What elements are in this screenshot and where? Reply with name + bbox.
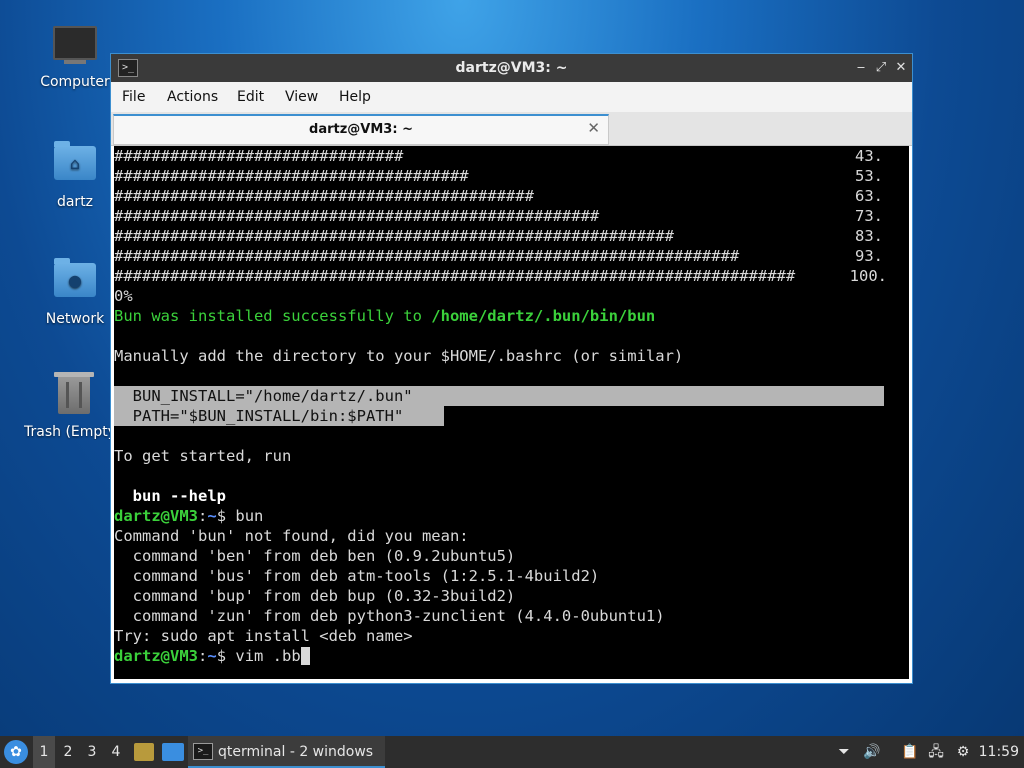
progress-row: ########################################… xyxy=(114,227,674,245)
not-found-message: Command 'bun' not found, did you mean: xyxy=(114,527,469,545)
terminal-output[interactable]: ############################### 43. ####… xyxy=(114,146,909,679)
menu-edit[interactable]: Edit xyxy=(237,89,264,105)
progress-pct: 73. xyxy=(855,207,883,225)
prompt-line: dartz@VM3:~$ bun xyxy=(114,507,264,525)
desktop-icon-label: Trash (Empty) xyxy=(24,424,110,440)
progress-pct: 83. xyxy=(855,227,883,245)
progress-tail: 0% xyxy=(114,287,133,305)
suggestion-line: command 'ben' from deb ben (0.9.2ubuntu5… xyxy=(114,547,516,565)
trash-icon xyxy=(52,372,96,420)
workspace-2[interactable]: 2 xyxy=(57,736,79,768)
help-command: bun --help xyxy=(114,487,226,505)
menu-file[interactable]: File xyxy=(122,89,145,105)
tab-label: dartz@VM3: ~ xyxy=(309,122,413,137)
workspace-1[interactable]: 1 xyxy=(33,736,55,768)
clock[interactable]: 11:59 xyxy=(979,736,1019,768)
env-line-bun-install: BUN_INSTALL="/home/dartz/.bun" xyxy=(114,386,884,406)
desktop-icon-network[interactable]: ● Network xyxy=(29,255,121,327)
file-manager-launcher-icon[interactable] xyxy=(134,743,154,761)
install-message: Bun was installed successfully to /home/… xyxy=(114,307,656,325)
volume-icon[interactable]: 🔊 xyxy=(862,742,882,762)
desktop-icon-trash[interactable]: Trash (Empty) xyxy=(24,372,124,440)
window-titlebar[interactable]: >_ dartz@VM3: ~ ‒ ⤢ ✕ xyxy=(111,54,912,82)
taskbar-task-qterminal[interactable]: >_ qterminal - 2 windows xyxy=(188,736,385,768)
terminal-window: >_ dartz@VM3: ~ ‒ ⤢ ✕ File Actions Edit … xyxy=(110,53,913,684)
eject-icon[interactable]: ⏷ xyxy=(834,742,854,762)
progress-row: ########################################… xyxy=(114,247,740,265)
suggestion-line: command 'bup' from deb bup (0.32-3build2… xyxy=(114,587,516,605)
computer-icon xyxy=(53,26,97,70)
progress-pct: 53. xyxy=(855,167,883,185)
menu-help[interactable]: Help xyxy=(339,89,371,105)
env-line-path: PATH="$BUN_INSTALL/bin:$PATH" xyxy=(114,406,444,426)
close-button[interactable]: ✕ xyxy=(891,58,911,78)
progress-row: ########################################… xyxy=(114,267,796,285)
menu-actions[interactable]: Actions xyxy=(167,89,218,105)
progress-pct: 93. xyxy=(855,247,883,265)
progress-row: ###################################### xyxy=(114,167,469,185)
terminal-tab[interactable]: dartz@VM3: ~ ✕ xyxy=(113,114,609,145)
progress-pct: 100. xyxy=(849,267,887,285)
desktop-icon-computer[interactable]: Computer xyxy=(29,22,121,90)
progress-row: ############################### xyxy=(114,147,404,165)
workspace-4[interactable]: 4 xyxy=(105,736,127,768)
progress-row: ########################################… xyxy=(114,187,534,205)
progress-pct: 43. xyxy=(855,147,883,165)
try-message: Try: sudo apt install <deb name> xyxy=(114,627,413,645)
workspace-3[interactable]: 3 xyxy=(81,736,103,768)
desktop-icon-label: dartz xyxy=(56,194,94,210)
task-label: qterminal - 2 windows xyxy=(218,744,374,760)
suggestion-line: command 'bus' from deb atm-tools (1:2.5.… xyxy=(114,567,600,585)
start-menu-button[interactable]: ✿ xyxy=(4,740,28,764)
progress-row: ########################################… xyxy=(114,207,600,225)
tab-close-icon[interactable]: ✕ xyxy=(587,119,600,137)
update-notifier-icon[interactable]: ⚙ xyxy=(953,742,973,762)
desktop-icon-dartz[interactable]: ⌂ dartz xyxy=(29,138,121,210)
started-message: To get started, run xyxy=(114,447,292,465)
clipboard-icon[interactable]: 📋 xyxy=(900,742,920,762)
taskbar: ✿ 1 2 3 4 >_ qterminal - 2 windows ⏷ 🔊 📋… xyxy=(0,736,1024,768)
menu-view[interactable]: View xyxy=(285,89,318,105)
text-cursor xyxy=(300,647,310,665)
window-title: dartz@VM3: ~ xyxy=(455,60,568,76)
maximize-button[interactable]: ⤢ xyxy=(871,58,891,78)
minimize-button[interactable]: ‒ xyxy=(851,58,871,78)
home-folder-icon: ⌂ xyxy=(53,141,97,190)
desktop-icon-label: Network xyxy=(45,311,105,327)
show-desktop-icon[interactable] xyxy=(162,743,184,761)
progress-pct: 63. xyxy=(855,187,883,205)
terminal-icon: >_ xyxy=(193,743,213,760)
prompt-line-current[interactable]: dartz@VM3:~$ vim .bb xyxy=(114,646,310,666)
menu-bar: File Actions Edit View Help xyxy=(111,82,912,112)
network-folder-icon: ● xyxy=(53,258,97,307)
manual-message: Manually add the directory to your $HOME… xyxy=(114,347,684,365)
network-icon[interactable]: 🖧 xyxy=(926,742,946,762)
tab-bar: dartz@VM3: ~ ✕ xyxy=(111,112,912,146)
suggestion-line: command 'zun' from deb python3-zunclient… xyxy=(114,607,665,625)
desktop-icon-label: Computer xyxy=(40,74,110,90)
